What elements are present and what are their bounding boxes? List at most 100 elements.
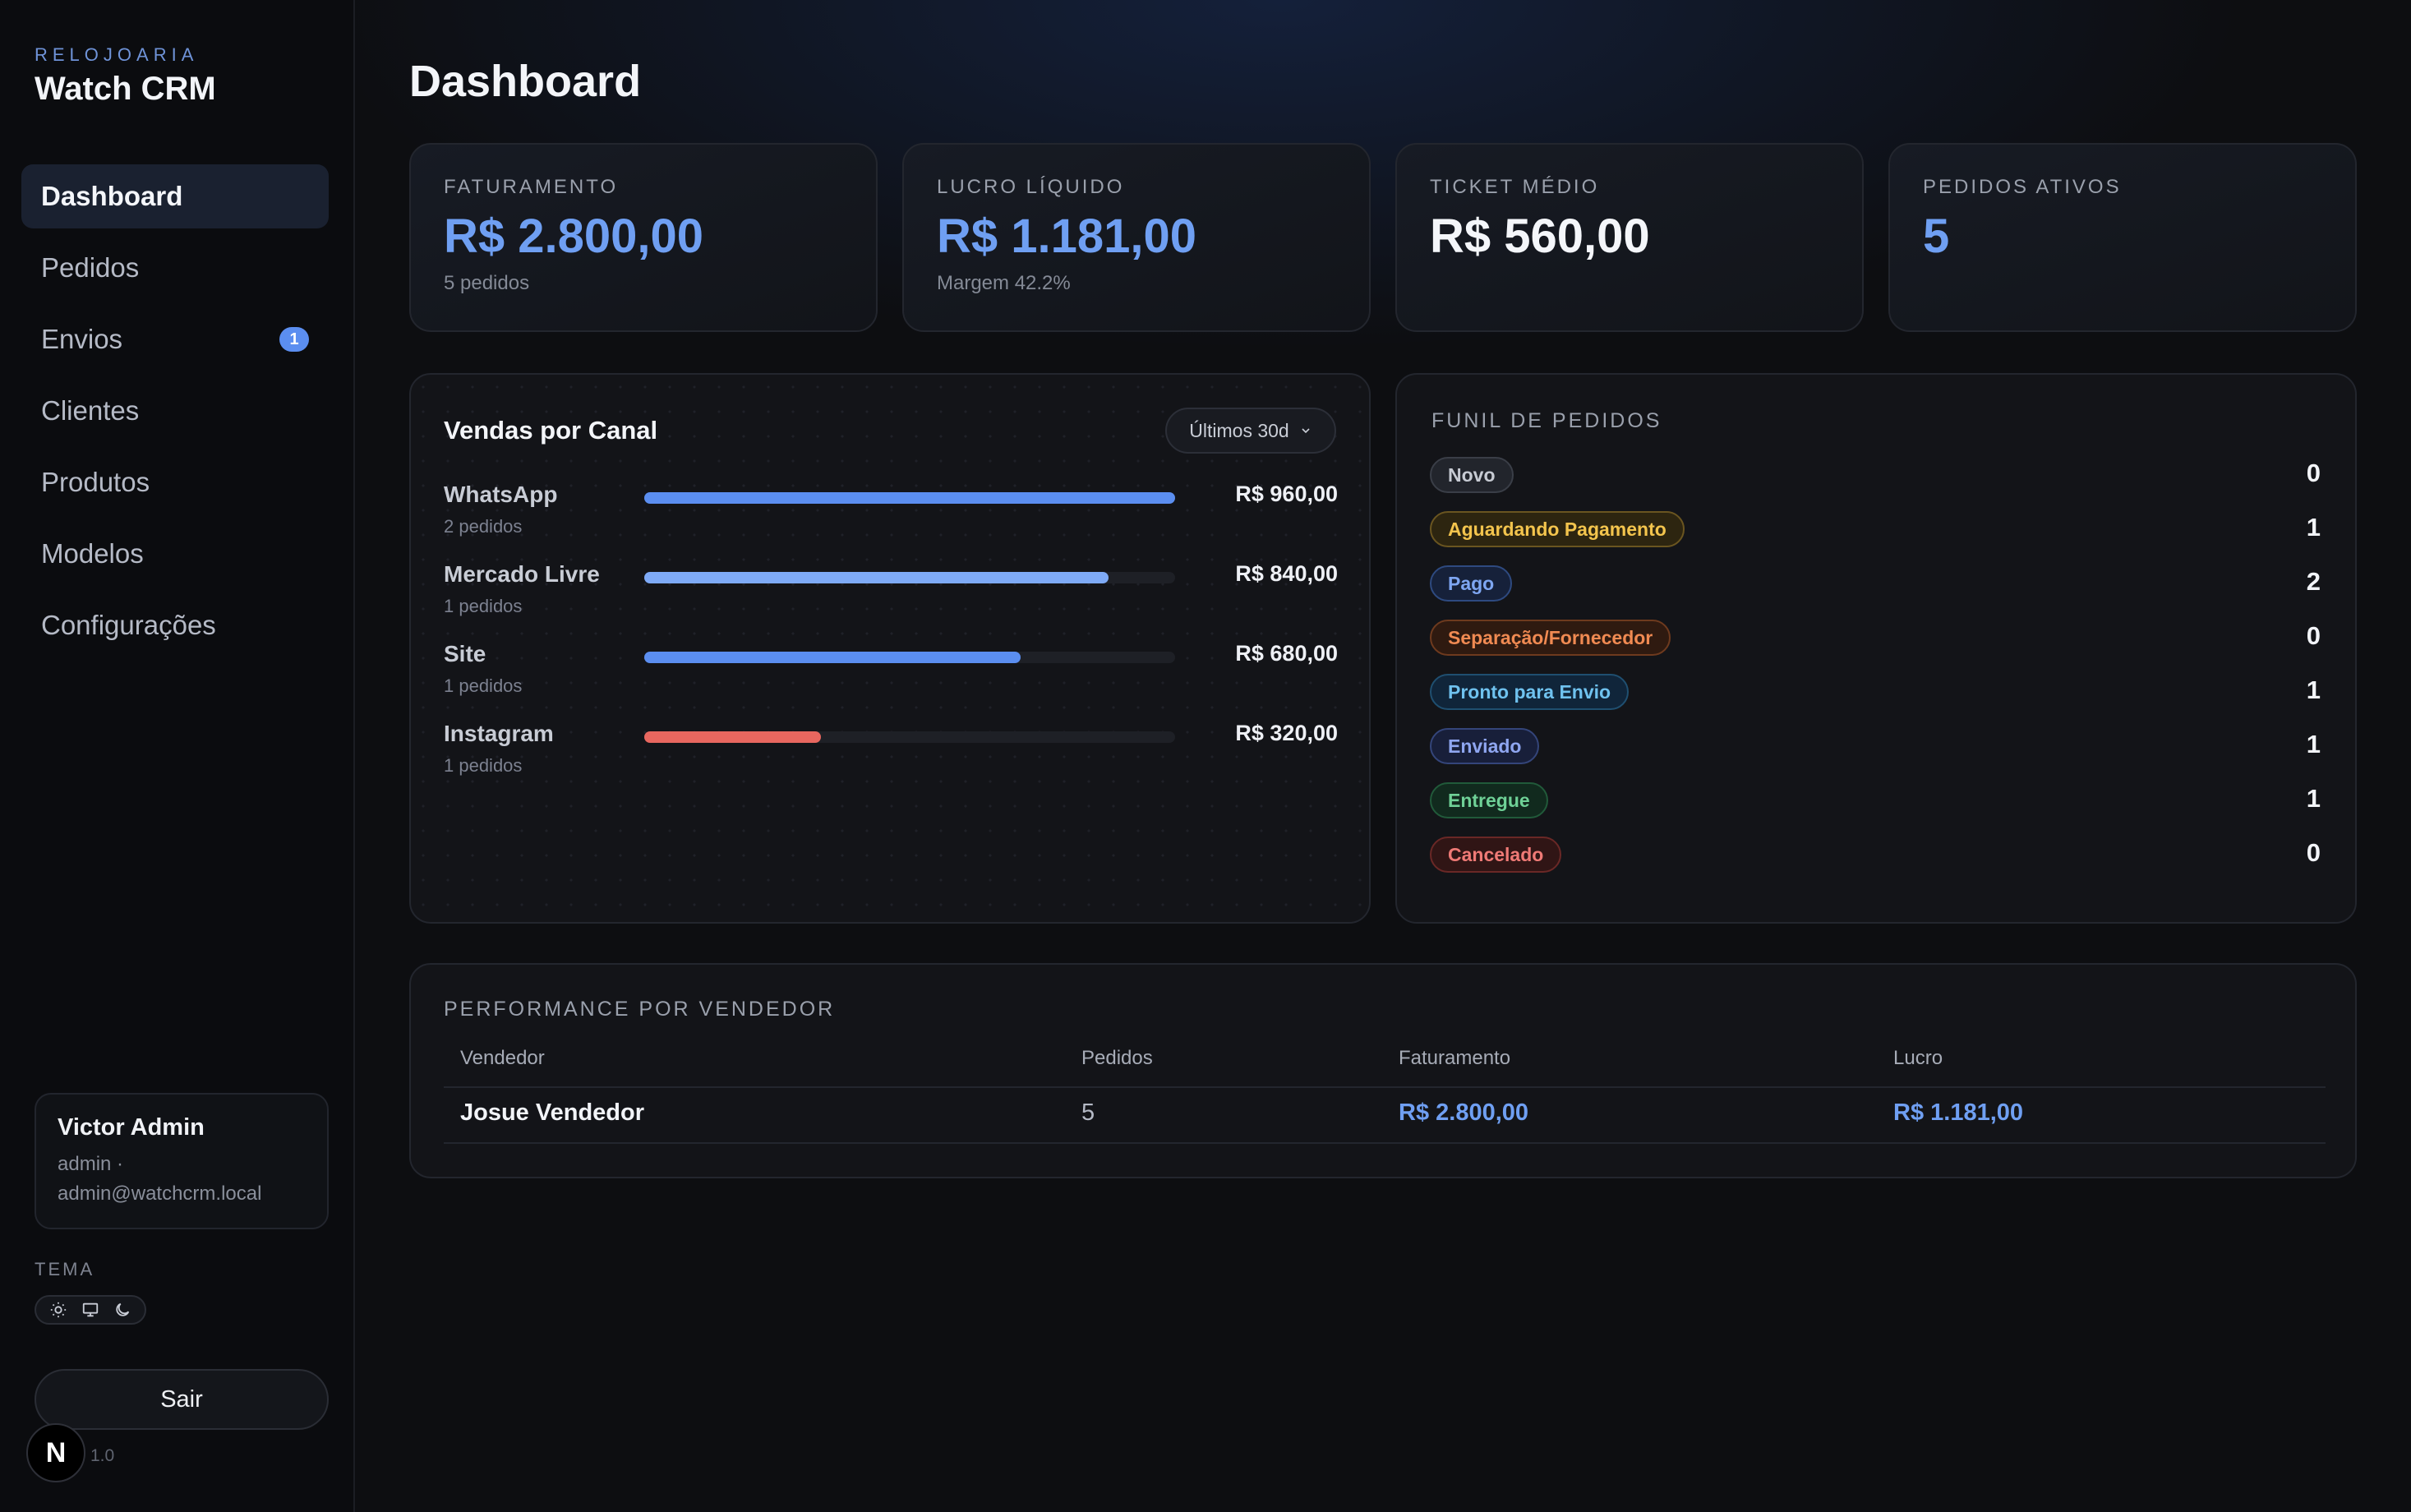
sidebar-item-dashboard[interactable]: Dashboard [21, 164, 329, 228]
kpi-value: R$ 1.181,00 [937, 210, 1197, 263]
sidebar-item-label: Modelos [41, 538, 144, 569]
column-header-lucro[interactable]: Lucro [1893, 1047, 1943, 1070]
status-badge[interactable]: Aguardando Pagamento [1430, 511, 1685, 547]
envios-count-badge: 1 [279, 327, 309, 352]
channel-bar-track [644, 731, 1175, 743]
sidebar-item-produtos[interactable]: Produtos [21, 450, 329, 514]
column-header-vendedor[interactable]: Vendedor [460, 1047, 545, 1070]
sidebar-item-envios[interactable]: Envios 1 [21, 307, 329, 371]
theme-label: TEMA [35, 1259, 95, 1279]
kpi-label: PEDIDOS ATIVOS [1923, 176, 2122, 198]
channel-bar-track [644, 572, 1175, 583]
table-cell-seller: Josue Vendedor [460, 1099, 645, 1126]
status-badge[interactable]: Separação/Fornecedor [1430, 620, 1671, 656]
kpi-subtext: 5 pedidos [444, 272, 530, 294]
panel-title: PERFORMANCE POR VENDEDOR [444, 998, 836, 1021]
funnel-count: 0 [2306, 459, 2321, 487]
channel-bar-track [644, 652, 1175, 663]
kpi-value: R$ 560,00 [1430, 210, 1650, 263]
kpi-card-pedidos-ativos: PEDIDOS ATIVOS 5 [1888, 143, 2357, 332]
status-badge[interactable]: Enviado [1430, 728, 1540, 764]
table-cell-profit: R$ 1.181,00 [1893, 1099, 2024, 1126]
table-cell-orders: 5 [1081, 1099, 1095, 1126]
funnel-row: Pago 2 [1430, 565, 2321, 605]
user-card: Victor Admin admin · admin@watchcrm.loca… [35, 1093, 329, 1229]
kpi-label: TICKET MÉDIO [1430, 176, 1600, 198]
channel-orders: 1 pedidos [444, 755, 523, 776]
kpi-card-faturamento: FATURAMENTO R$ 2.800,00 5 pedidos [409, 143, 878, 332]
funnel-count: 1 [2306, 513, 2321, 542]
funnel-row: Separação/Fornecedor 0 [1430, 620, 2321, 659]
channel-amount: R$ 840,00 [1235, 561, 1338, 586]
nextjs-logo-icon[interactable]: N [26, 1423, 85, 1482]
column-header-faturamento[interactable]: Faturamento [1399, 1047, 1510, 1070]
funnel-row: Enviado 1 [1430, 728, 2321, 768]
theme-switcher [35, 1295, 146, 1325]
channel-amount: R$ 320,00 [1235, 721, 1338, 745]
status-badge[interactable]: Entregue [1430, 782, 1548, 818]
column-header-pedidos[interactable]: Pedidos [1081, 1047, 1153, 1070]
status-badge[interactable]: Pronto para Envio [1430, 674, 1630, 710]
user-name: Victor Admin [58, 1114, 205, 1141]
app-version: 1.0 [90, 1446, 115, 1465]
sidebar-item-label: Dashboard [41, 181, 183, 211]
sidebar-item-clientes[interactable]: Clientes [21, 379, 329, 443]
funnel-count: 1 [2306, 675, 2321, 704]
panel-title: FUNIL DE PEDIDOS [1431, 409, 1662, 432]
sidebar-item-configuracoes[interactable]: Configurações [21, 593, 329, 657]
funnel-row: Entregue 1 [1430, 782, 2321, 822]
moon-icon[interactable] [111, 1298, 134, 1321]
monitor-icon[interactable] [79, 1298, 102, 1321]
channel-bar-track [644, 492, 1175, 504]
channel-row-whatsapp: WhatsApp 2 pedidos R$ 960,00 [444, 482, 1338, 547]
funnel-count: 1 [2306, 784, 2321, 813]
kpi-subtext: Margem 42.2% [937, 272, 1071, 294]
kpi-card-ticket-medio: TICKET MÉDIO R$ 560,00 [1395, 143, 1864, 332]
sidebar-item-label: Pedidos [41, 252, 140, 283]
channel-name: Site [444, 641, 486, 666]
seller-performance-panel: PERFORMANCE POR VENDEDOR Vendedor Pedido… [409, 963, 2357, 1178]
sidebar-item-modelos[interactable]: Modelos [21, 522, 329, 586]
sidebar-item-label: Configurações [41, 610, 216, 640]
channel-bar [644, 492, 1175, 504]
order-funnel-panel: FUNIL DE PEDIDOS Novo 0 Aguardando Pagamen… [1395, 373, 2357, 924]
channel-name: WhatsApp [444, 482, 558, 507]
channel-bar [644, 652, 1021, 663]
sidebar-item-label: Clientes [41, 395, 140, 426]
channel-name: Mercado Livre [444, 561, 600, 587]
logout-button[interactable]: Sair [35, 1369, 329, 1430]
sidebar-item-pedidos[interactable]: Pedidos [21, 236, 329, 300]
channel-amount: R$ 680,00 [1235, 641, 1338, 666]
brand-kicker: RELOJOARIA [35, 44, 199, 65]
sidebar-nav: Dashboard Pedidos Envios 1 Clientes Prod… [21, 164, 329, 665]
sidebar-item-label: Produtos [41, 467, 150, 497]
channel-orders: 1 pedidos [444, 596, 523, 616]
sales-by-channel-panel: Vendas por Canal Últimos 30d WhatsApp 2 … [409, 373, 1371, 924]
kpi-value: 5 [1923, 210, 1950, 263]
channel-bar [644, 731, 822, 743]
user-role: admin · [58, 1153, 124, 1175]
funnel-row: Cancelado 0 [1430, 837, 2321, 876]
channel-bar [644, 572, 1109, 583]
channel-name: Instagram [444, 721, 554, 746]
sidebar: RELOJOARIA Watch CRM Dashboard Pedidos E… [0, 0, 355, 1512]
status-badge[interactable]: Pago [1430, 565, 1513, 602]
funnel-count: 0 [2306, 621, 2321, 650]
brand-title[interactable]: Watch CRM [35, 71, 216, 108]
page-title: Dashboard [409, 57, 642, 106]
date-range-dropdown[interactable]: Últimos 30d [1165, 408, 1336, 454]
funnel-count: 2 [2306, 567, 2321, 596]
sun-icon[interactable] [47, 1298, 70, 1321]
user-email: admin@watchcrm.local [58, 1182, 262, 1205]
status-badge[interactable]: Cancelado [1430, 837, 1562, 873]
funnel-count: 0 [2306, 838, 2321, 867]
date-range-label: Últimos 30d [1189, 419, 1289, 441]
kpi-label: LUCRO LÍQUIDO [937, 176, 1125, 198]
kpi-label: FATURAMENTO [444, 176, 619, 198]
funnel-row: Pronto para Envio 1 [1430, 674, 2321, 713]
divider [444, 1142, 2326, 1144]
channel-row-instagram: Instagram 1 pedidos R$ 320,00 [444, 721, 1338, 786]
channel-row-mercado-livre: Mercado Livre 1 pedidos R$ 840,00 [444, 561, 1338, 627]
divider [444, 1086, 2326, 1088]
status-badge[interactable]: Novo [1430, 457, 1514, 493]
